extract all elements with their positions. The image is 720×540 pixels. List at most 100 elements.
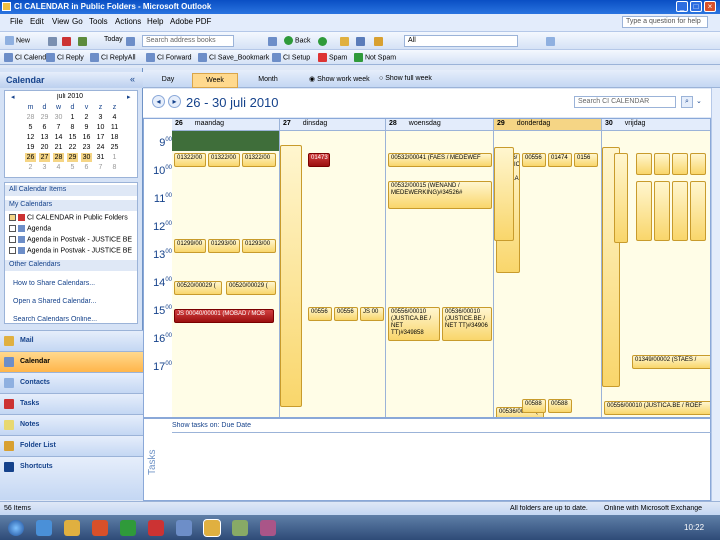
minical-prev-icon[interactable]: ◂ <box>11 93 15 101</box>
minical-day[interactable]: 3 <box>39 163 50 172</box>
minical-day[interactable]: 6 <box>39 123 50 132</box>
day-column[interactable] <box>386 131 494 417</box>
print-icon[interactable] <box>48 37 57 46</box>
media-icon[interactable] <box>92 520 108 536</box>
appointment[interactable]: 00556/00010 (JUSTICA.BE / NET TT)#349858 <box>388 307 440 341</box>
appointment[interactable]: 00556 <box>308 307 332 321</box>
minical-day[interactable]: 11 <box>109 123 120 132</box>
minical-day[interactable]: 5 <box>67 163 78 172</box>
minical-day[interactable]: 7 <box>95 163 106 172</box>
minical-day[interactable]: 2 <box>25 163 36 172</box>
minical-day[interactable]: 13 <box>39 133 50 142</box>
minical-day[interactable]: 4 <box>109 113 120 122</box>
appointment[interactable]: 01322/00 <box>242 153 276 167</box>
all-calendar-items-select[interactable]: All Calendar Items <box>5 185 137 196</box>
appointment[interactable]: 01322/00 <box>208 153 240 167</box>
appointment[interactable]: 01299/00 <box>174 239 206 253</box>
day-header[interactable]: 29 donderdag <box>494 119 602 131</box>
back-button[interactable]: Back <box>284 36 311 45</box>
delete-icon[interactable] <box>62 37 71 46</box>
checkbox-icon[interactable] <box>9 236 16 243</box>
appointment[interactable]: 00536/00010 (JUSTICE.BE / NET TT)#34906 <box>442 307 492 341</box>
minical-day[interactable]: 14 <box>53 133 64 142</box>
appointment-bar[interactable] <box>494 147 514 241</box>
menu-adobe-pdf[interactable]: Adobe PDF <box>170 17 211 26</box>
ci-reply-button[interactable]: CI Reply <box>46 53 84 62</box>
appointment[interactable]: 00556 <box>522 153 546 167</box>
appointment[interactable]: 00556 <box>334 307 358 321</box>
address-book-search-input[interactable]: Search address books <box>142 35 234 47</box>
appointment[interactable]: 00532/00041 (FAES / MEDEWEF <box>388 153 492 167</box>
minical-day[interactable]: 2 <box>81 113 92 122</box>
new-button[interactable]: New <box>5 36 30 45</box>
menu-go[interactable]: Go <box>72 17 83 26</box>
nav-button-tasks[interactable]: Tasks <box>0 393 143 414</box>
appointment[interactable] <box>672 181 688 241</box>
calendar-item[interactable]: Agenda in Postvak - JUSTICE BE <box>9 247 132 254</box>
folder-icon[interactable] <box>374 37 383 46</box>
minical-day[interactable]: 15 <box>67 133 78 142</box>
minical-day[interactable]: 8 <box>109 163 120 172</box>
next-week-icon[interactable]: ▸ <box>168 95 181 108</box>
app-icon[interactable] <box>176 520 192 536</box>
app-icon[interactable] <box>260 520 276 536</box>
previous-week-icon[interactable]: ◂ <box>152 95 165 108</box>
day-header[interactable]: 28 woensdag <box>386 119 494 131</box>
tab-day[interactable]: Day <box>145 73 191 88</box>
appointment[interactable] <box>636 181 652 241</box>
folder-up-icon[interactable] <box>340 37 349 46</box>
minical-day[interactable]: 30 <box>81 153 92 162</box>
share-calendars-link[interactable]: How to Share Calendars... <box>13 280 95 287</box>
ci-forward-button[interactable]: CI Forward <box>146 53 192 62</box>
minical-day[interactable]: 9 <box>81 123 92 132</box>
outlook-taskbar-icon[interactable] <box>203 519 221 537</box>
appointment[interactable]: 00588 <box>522 399 546 413</box>
day-view-icon[interactable] <box>126 37 135 46</box>
appointment[interactable]: 01473 <box>308 153 330 167</box>
minical-day[interactable]: 25 <box>109 143 120 152</box>
appointment[interactable]: 00532/00015 (WENAND / MEDEWERKING)#34526… <box>388 181 492 209</box>
search-icon[interactable]: ⌕ <box>681 96 693 108</box>
app-icon[interactable] <box>232 520 248 536</box>
tab-month[interactable]: Month <box>245 73 291 88</box>
minical-day[interactable]: 24 <box>95 143 106 152</box>
maximize-button[interactable]: □ <box>690 1 702 12</box>
minical-day[interactable]: 8 <box>67 123 78 132</box>
address-book-icon[interactable] <box>268 37 277 46</box>
ci-reply-all-button[interactable]: CI ReplyAll <box>90 53 136 62</box>
minical-day[interactable]: 1 <box>67 113 78 122</box>
show-tasks-on[interactable]: Show tasks on: Due Date <box>172 422 251 429</box>
minical-day[interactable]: 4 <box>53 163 64 172</box>
appointment-bar[interactable] <box>614 153 628 243</box>
folder-select[interactable]: All <box>404 35 518 47</box>
start-button-icon[interactable] <box>8 520 24 536</box>
nav-button-shortcuts[interactable]: Shortcuts <box>0 456 143 500</box>
minical-day[interactable]: 16 <box>81 133 92 142</box>
appointment[interactable] <box>636 153 652 175</box>
forward-arrow-icon[interactable] <box>318 37 327 46</box>
today-button[interactable]: Today <box>104 36 123 43</box>
minical-day[interactable]: 26 <box>25 153 36 162</box>
day-header[interactable]: 27 dinsdag <box>280 119 386 131</box>
appointment[interactable]: 01322/00 <box>174 153 206 167</box>
menu-file[interactable]: File <box>10 17 23 26</box>
nav-button-calendar[interactable]: Calendar <box>0 351 143 372</box>
options-icon[interactable] <box>546 37 555 46</box>
appointment[interactable]: 01293/00 <box>208 239 240 253</box>
appointment-bar[interactable] <box>280 145 302 407</box>
minical-day[interactable]: 27 <box>39 153 50 162</box>
menu-view[interactable]: View <box>52 17 69 26</box>
my-calendars-header[interactable]: My Calendars <box>5 200 137 211</box>
minical-day[interactable]: 18 <box>109 133 120 142</box>
appointment[interactable]: 0156 <box>574 153 598 167</box>
menu-actions[interactable]: Actions <box>115 17 141 26</box>
minical-day[interactable]: 29 <box>39 113 50 122</box>
close-button[interactable]: × <box>704 1 716 12</box>
minical-day[interactable]: 17 <box>95 133 106 142</box>
appointment[interactable]: JS 00 <box>360 307 384 321</box>
appointment[interactable] <box>654 153 670 175</box>
minical-day[interactable]: 19 <box>25 143 36 152</box>
calendar-search-input[interactable]: Search CI CALENDAR <box>574 96 676 108</box>
minical-day[interactable]: 20 <box>39 143 50 152</box>
move-icon[interactable] <box>78 37 87 46</box>
